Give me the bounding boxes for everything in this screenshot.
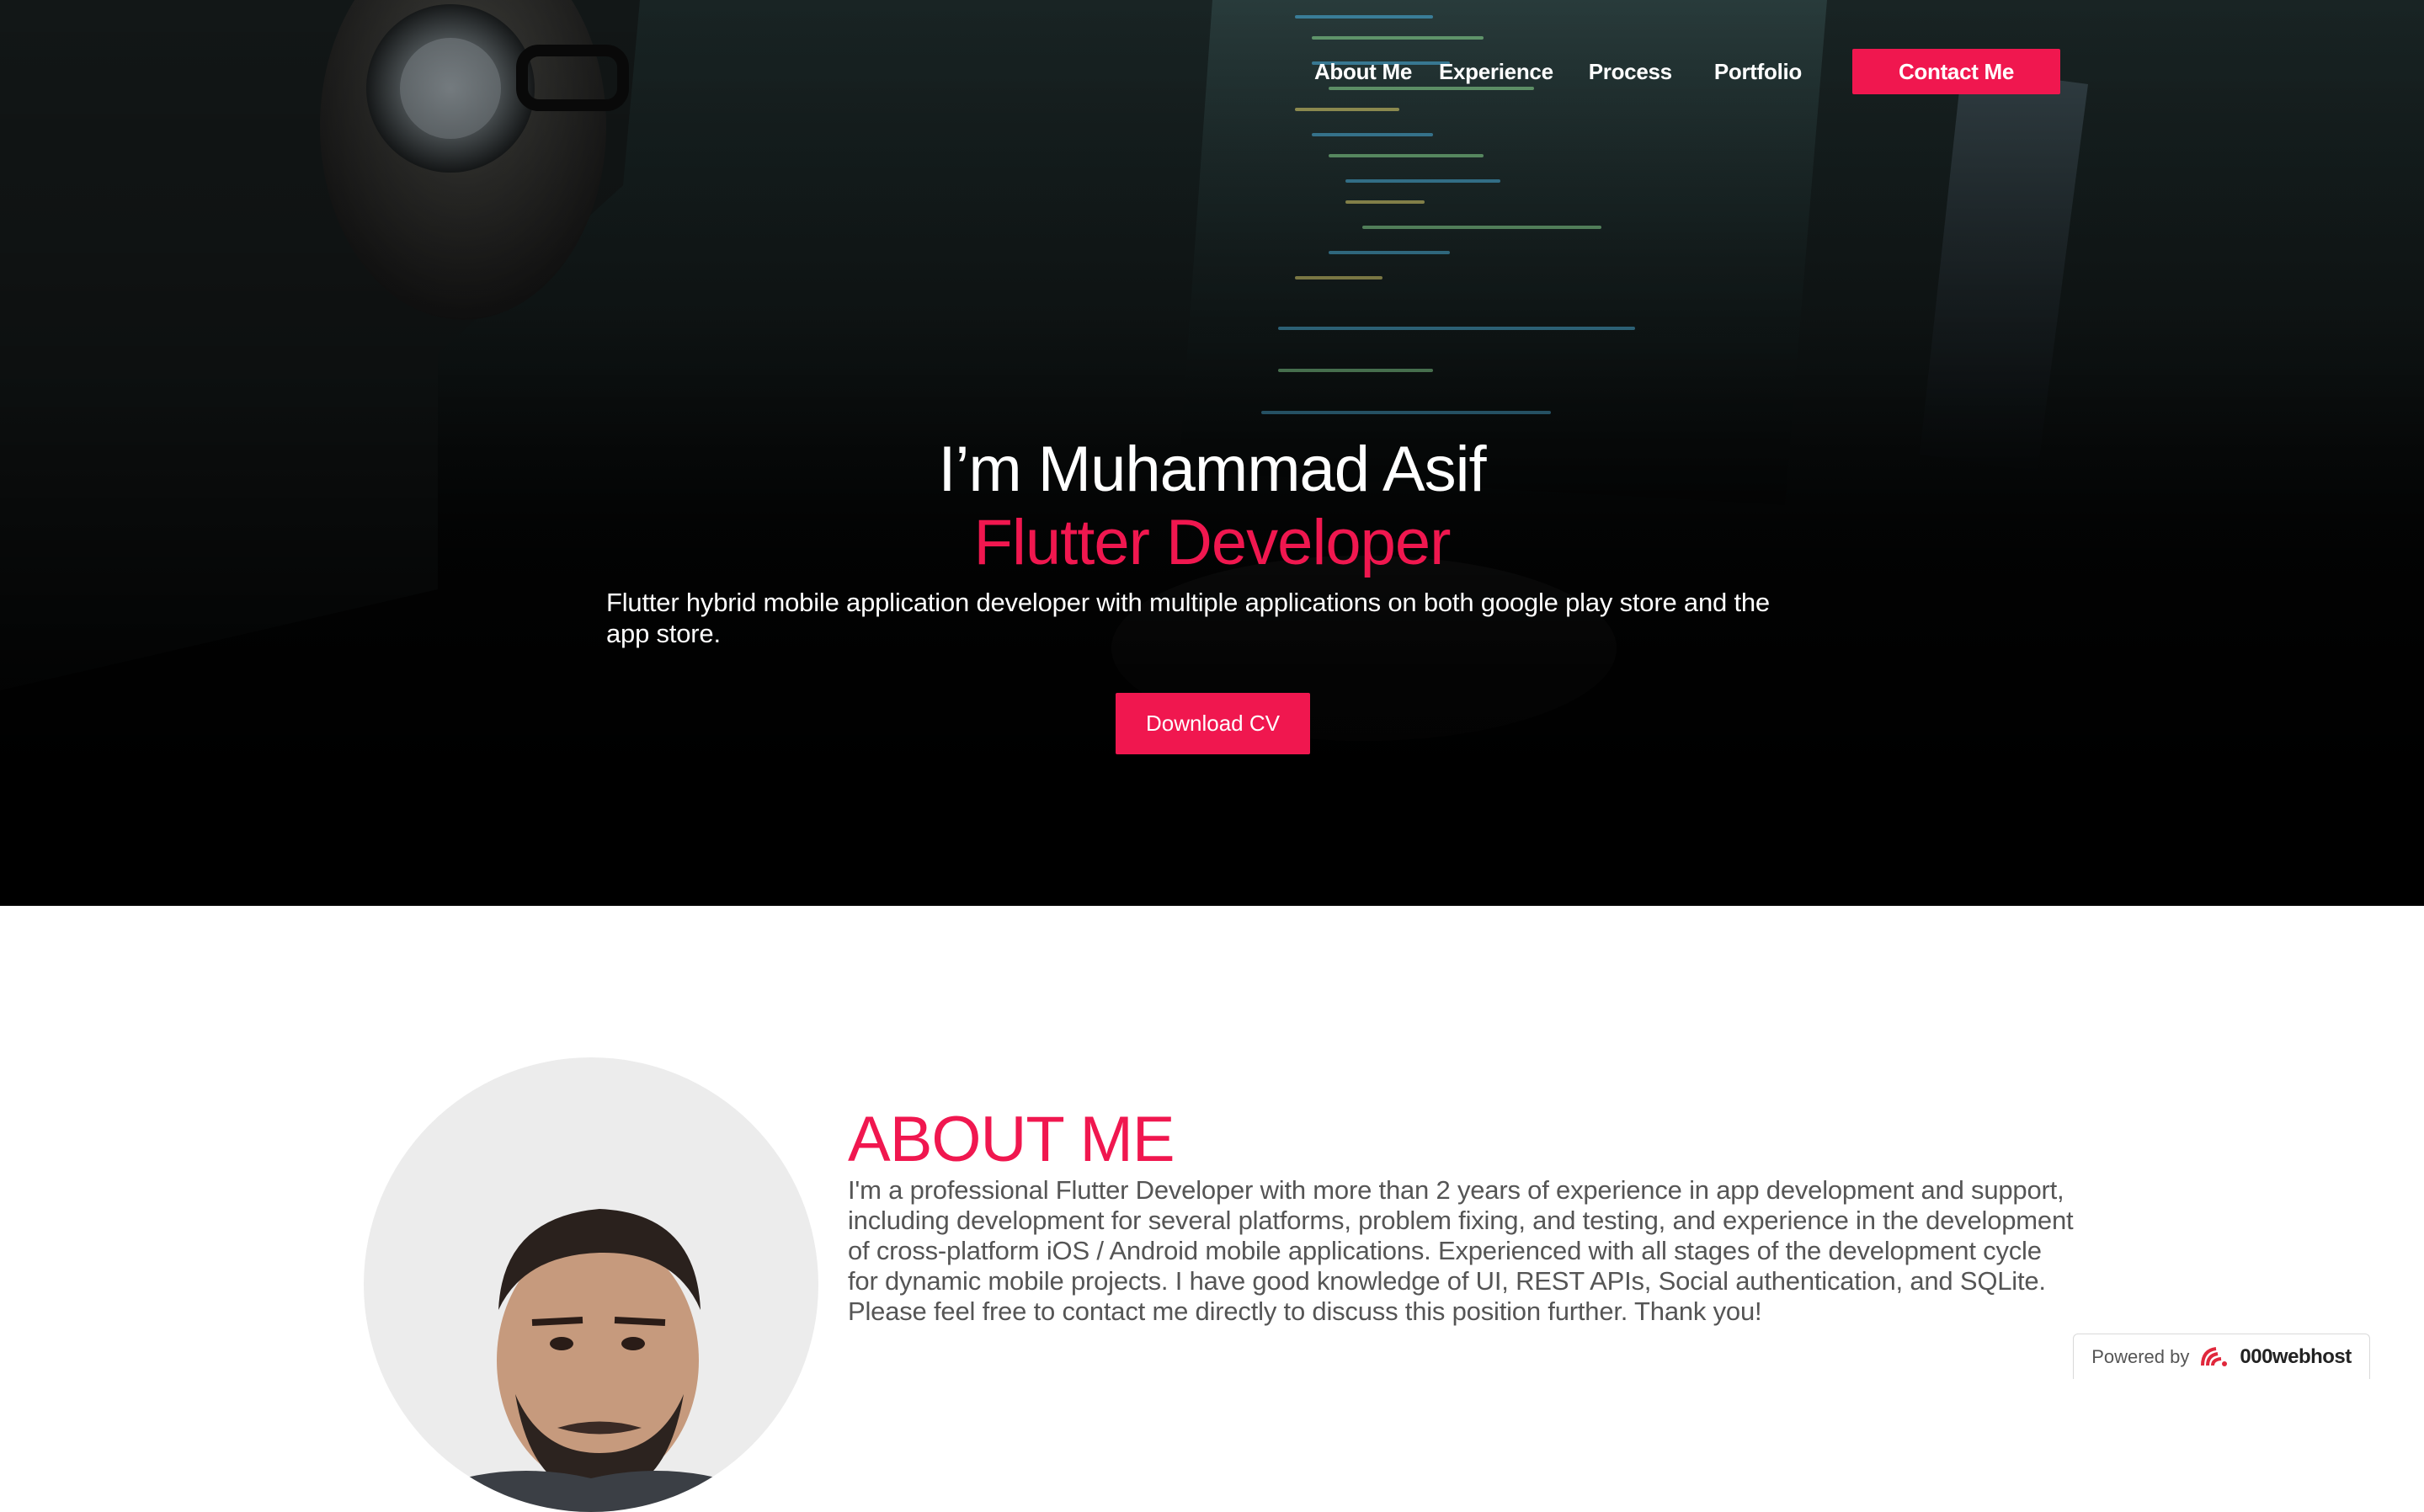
hero-subtitle: Flutter Developer <box>973 507 1452 578</box>
000webhost-logo-icon <box>2201 1346 2228 1366</box>
hero-title: I’m Muhammad Asif <box>938 434 1486 505</box>
hero-description: Flutter hybrid mobile application develo… <box>606 588 1770 648</box>
nav-link-about-me[interactable]: About Me <box>1314 59 1412 85</box>
contact-me-button[interactable]: Contact Me <box>1852 49 2060 94</box>
about-heading: ABOUT ME <box>848 1104 1175 1175</box>
about-text: I'm a professional Flutter Developer wit… <box>848 1175 2074 1326</box>
powered-by-brand: 000webhost <box>2240 1344 2352 1368</box>
nav-link-experience[interactable]: Experience <box>1439 59 1553 85</box>
top-navigation: About Me Experience Process Portfolio Co… <box>1314 49 2060 94</box>
download-cv-button[interactable]: Download CV <box>1116 693 1310 754</box>
powered-by-label: Powered by <box>2091 1345 2190 1367</box>
powered-by-badge[interactable]: Powered by 000webhost <box>2073 1334 2370 1379</box>
nav-link-process[interactable]: Process <box>1589 59 1672 85</box>
profile-photo <box>364 1057 818 1512</box>
nav-link-portfolio[interactable]: Portfolio <box>1714 59 1802 85</box>
hero-section: About Me Experience Process Portfolio Co… <box>0 0 2424 906</box>
